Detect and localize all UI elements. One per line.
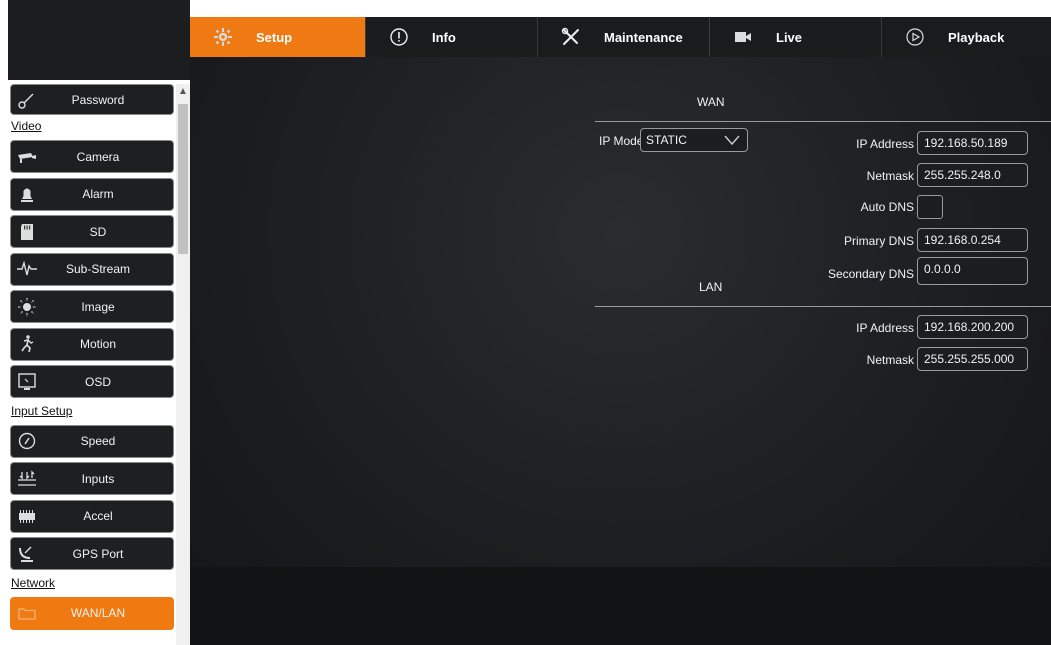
ip-mode-value: STATIC <box>646 133 687 147</box>
sidebar-item-speed[interactable]: Speed <box>10 424 174 458</box>
sidebar-item-label: Sub-Stream <box>65 262 131 276</box>
sidebar-item-sub-stream[interactable]: Sub-Stream <box>10 252 174 286</box>
sidebar-item-label: Motion <box>79 337 117 351</box>
scrollbar-thumb[interactable] <box>178 104 188 254</box>
sidebar-item-label: Alarm <box>82 187 114 201</box>
sidebar: Password Video Camera Alarm SD Sub-Strea… <box>8 0 190 645</box>
primary-dns-label: Primary DNS <box>843 234 914 248</box>
camera-icon <box>11 141 43 172</box>
sidebar-header <box>8 0 190 80</box>
waveform-icon <box>11 254 43 285</box>
sidebar-item-label: Password <box>71 92 125 107</box>
satellite-icon <box>11 538 43 569</box>
tab-setup[interactable]: Setup <box>190 17 366 57</box>
sidebar-item-label: OSD <box>84 374 111 389</box>
sidebar-item-label: WAN/LAN <box>70 606 126 620</box>
tab-label: Playback <box>948 29 1005 45</box>
sidebar-item-label: Accel <box>83 509 113 523</box>
tab-info[interactable]: Info <box>366 17 538 57</box>
video-camera-icon <box>728 25 758 49</box>
secondary-dns-field[interactable]: 0.0.0.0 <box>917 257 1028 285</box>
lan-netmask-field[interactable]: 255.255.255.000 <box>917 347 1028 371</box>
sidebar-item-wan-lan[interactable]: WAN/LAN <box>10 596 174 630</box>
folder-icon <box>11 598 43 629</box>
wan-ip-address-field[interactable]: 192.168.50.189 <box>917 131 1028 155</box>
tools-icon <box>556 25 586 49</box>
ip-mode-select[interactable]: STATIC <box>640 128 748 152</box>
sidebar-item-alarm[interactable]: Alarm <box>10 177 174 211</box>
sidebar-item-accel[interactable]: Accel <box>10 499 174 533</box>
secondary-dns-label: Secondary DNS <box>827 267 914 281</box>
bell-icon <box>11 179 43 210</box>
primary-dns-field[interactable]: 192.168.0.254 <box>917 228 1028 252</box>
sidebar-item-motion[interactable]: Motion <box>10 327 174 361</box>
running-person-icon <box>11 329 43 360</box>
wan-title: WAN <box>697 95 725 109</box>
wan-netmask-field[interactable]: 255.255.248.0 <box>917 163 1028 187</box>
inputs-icon <box>11 463 43 494</box>
auto-dns-checkbox[interactable] <box>917 195 943 219</box>
main-panel: WAN IP Mode STATIC IP Address 192.168.50… <box>190 57 1051 645</box>
sidebar-item-osd[interactable]: OSD <box>10 365 174 398</box>
sidebar-item-label: Speed <box>80 434 116 448</box>
sidebar-item-image[interactable]: Image <box>10 290 174 323</box>
lan-ip-address-field[interactable]: 192.168.200.200 <box>917 315 1028 339</box>
sidebar-item-camera[interactable]: Camera <box>10 140 174 173</box>
sidebar-item-label: Image <box>81 299 115 314</box>
tab-maintenance[interactable]: Maintenance <box>538 17 710 57</box>
sidebar-item-sd[interactable]: SD <box>10 215 174 248</box>
sidebar-item-label: Inputs <box>81 471 115 486</box>
play-circle-icon <box>900 25 930 49</box>
monitor-icon <box>11 366 43 397</box>
lan-divider <box>595 306 1051 307</box>
wan-ip-address-label: IP Address <box>856 137 914 151</box>
main-nav: Setup Info Maintenance Live Playback <box>190 17 1051 57</box>
section-network[interactable]: Network <box>11 575 176 593</box>
sidebar-list: Password Video Camera Alarm SD Sub-Strea… <box>8 84 176 634</box>
sidebar-item-label: SD <box>89 224 107 239</box>
chevron-down-icon <box>724 135 740 146</box>
main-panel-footer <box>190 567 1051 645</box>
speedometer-icon <box>11 426 43 457</box>
wan-divider <box>595 121 1051 122</box>
info-icon <box>384 25 414 49</box>
sidebar-item-password[interactable]: Password <box>10 84 174 115</box>
lan-netmask-label: Netmask <box>866 353 914 367</box>
ip-mode-label: IP Mode <box>599 134 644 148</box>
brightness-icon <box>11 291 43 322</box>
section-input-setup[interactable]: Input Setup <box>11 403 176 421</box>
auto-dns-label: Auto DNS <box>860 200 914 214</box>
key-icon <box>11 84 43 115</box>
tab-label: Live <box>776 29 803 45</box>
wan-netmask-label: Netmask <box>866 169 914 183</box>
sidebar-item-label: GPS Port <box>72 546 124 561</box>
scroll-up-arrow-icon[interactable]: ▲ <box>177 86 189 100</box>
section-video[interactable]: Video <box>11 118 176 136</box>
sidebar-item-label: Camera <box>76 149 120 164</box>
tab-label: Maintenance <box>604 29 683 45</box>
sidebar-item-inputs[interactable]: Inputs <box>10 462 174 495</box>
gear-icon <box>208 25 238 49</box>
sd-card-icon <box>11 216 43 247</box>
tab-playback[interactable]: Playback <box>882 17 1051 57</box>
tab-label: Setup <box>256 29 293 45</box>
tab-label: Info <box>432 29 456 45</box>
tab-live[interactable]: Live <box>710 17 882 57</box>
accel-icon <box>11 501 43 532</box>
sidebar-scrollbar[interactable]: ▲ <box>176 84 190 645</box>
lan-ip-address-label: IP Address <box>856 321 914 335</box>
lan-title: LAN <box>699 280 723 294</box>
sidebar-item-gps-port[interactable]: GPS Port <box>10 537 174 570</box>
